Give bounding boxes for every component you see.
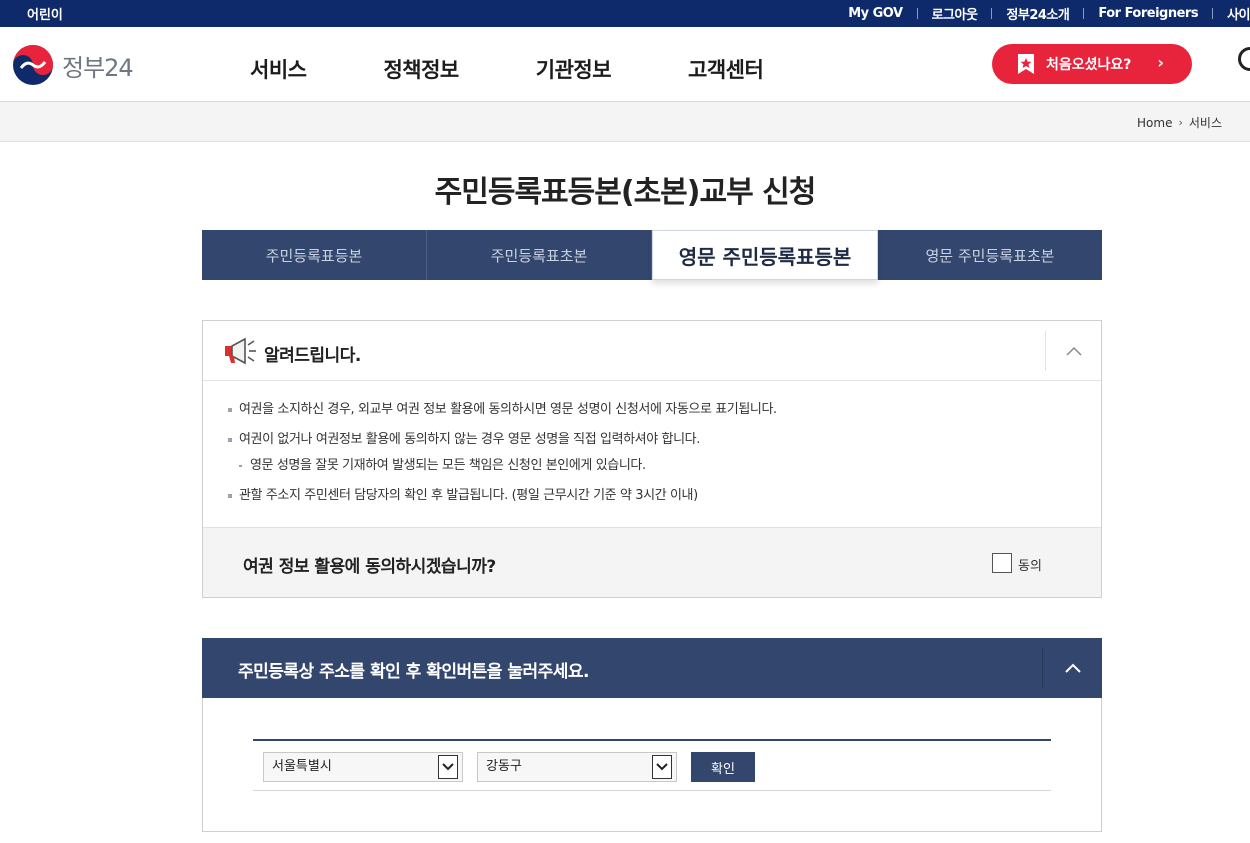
for-foreigners-link[interactable]: For Foreigners: [1098, 6, 1198, 21]
about-gov24-link[interactable]: 정부24소개: [1006, 4, 1069, 23]
breadcrumb: Home › 서비스: [1137, 114, 1222, 131]
first-visit-label: 처음오셨나요?: [1046, 57, 1132, 73]
breadcrumb-services[interactable]: 서비스: [1189, 114, 1222, 131]
list-item: 여권을 소지하신 경우, 외교부 여권 정보 활용에 동의하시면 영문 성명이 …: [228, 401, 777, 431]
nav-services[interactable]: 서비스: [250, 54, 307, 84]
city-selected-value: 서울특별시: [272, 759, 332, 774]
notice-panel: 알려드립니다. 여권을 소지하신 경우, 외교부 여권 정보 활용에 동의하시면…: [202, 320, 1102, 598]
divider: [1083, 8, 1085, 19]
global-navigation: 서비스 정책정보 기관정보 고객센터: [250, 54, 840, 84]
district-select[interactable]: 강동구: [477, 752, 677, 782]
utility-links: My GOV 로그아웃 정부24소개 For Foreigners 사이: [848, 4, 1250, 23]
list-item: 관할 주소지 주민센터 담당자의 확인 후 발급됩니다. (평일 근무시간 기준…: [228, 487, 777, 517]
gov24-logo[interactable]: 정부24: [12, 44, 134, 86]
chevron-up-icon: [1065, 346, 1082, 356]
first-visit-button[interactable]: 처음오셨나요? ›: [992, 44, 1192, 84]
tab-english-resident-abstract[interactable]: 영문 주민등록표초본: [878, 230, 1102, 280]
main-header: 정부24 서비스 정책정보 기관정보 고객센터 처음오셨나요? ›: [0, 27, 1250, 102]
notice-collapse-button[interactable]: [1045, 331, 1101, 371]
tab-english-resident-copy[interactable]: 영문 주민등록표등본: [652, 230, 878, 280]
my-gov-link[interactable]: My GOV: [848, 6, 903, 21]
city-select[interactable]: 서울특별시: [263, 752, 463, 782]
top-utility-bar: 어린이 My GOV 로그아웃 정부24소개 For Foreigners 사이: [0, 0, 1250, 27]
logout-link[interactable]: 로그아웃: [932, 4, 978, 23]
address-title: 주민등록상 주소를 확인 후 확인버튼을 눌러주세요.: [238, 662, 590, 682]
district-selected-value: 강동구: [486, 759, 522, 774]
bookmark-star-icon: [1018, 54, 1034, 74]
tab-resident-copy[interactable]: 주민등록표등본: [202, 230, 427, 280]
divider: [916, 8, 918, 19]
notice-list: 여권을 소지하신 경우, 외교부 여권 정보 활용에 동의하시면 영문 성명이 …: [228, 401, 777, 517]
tab-resident-abstract[interactable]: 주민등록표초본: [427, 230, 652, 280]
divider: [991, 8, 993, 19]
consent-checkbox[interactable]: [992, 553, 1012, 573]
address-select-row: 서울특별시 강동구 확인: [253, 739, 1051, 791]
document-type-tabs: 주민등록표등본 주민등록표초본 영문 주민등록표등본 영문 주민등록표초본: [202, 230, 1102, 280]
notice-title: 알려드립니다.: [264, 346, 361, 366]
chevron-right-icon: ›: [1178, 116, 1183, 129]
notice-header: 알려드립니다.: [203, 321, 1101, 381]
passport-consent-row: 여권 정보 활용에 동의하시겠습니까? 동의: [203, 527, 1101, 597]
chevron-up-icon: [1064, 663, 1081, 673]
address-panel: 주민등록상 주소를 확인 후 확인버튼을 눌러주세요. 서울특별시 강동구 확인: [202, 638, 1102, 832]
breadcrumb-bar: Home › 서비스: [0, 102, 1250, 142]
logo-text: 정부24: [62, 53, 134, 82]
confirm-button[interactable]: 확인: [691, 752, 755, 782]
consent-label[interactable]: 동의: [1018, 555, 1042, 574]
breadcrumb-home[interactable]: Home: [1137, 116, 1172, 130]
search-icon[interactable]: [1238, 47, 1250, 71]
nav-policy-info[interactable]: 정책정보: [383, 54, 459, 84]
sitemap-link[interactable]: 사이: [1227, 4, 1250, 23]
kids-link[interactable]: 어린이: [27, 4, 63, 23]
divider: [1212, 8, 1214, 19]
chevron-down-icon: [652, 755, 672, 779]
list-sub-item: 영문 성명을 잘못 기재하여 발생되는 모든 책임은 신청인 본인에게 있습니다…: [228, 457, 777, 487]
address-collapse-button[interactable]: [1042, 648, 1102, 688]
nav-agency-info[interactable]: 기관정보: [536, 54, 612, 84]
nav-customer-center[interactable]: 고객센터: [688, 54, 764, 84]
consent-question: 여권 정보 활용에 동의하시겠습니까?: [243, 557, 496, 577]
chevron-down-icon: [438, 755, 458, 779]
taegeuk-emblem-icon: [13, 45, 53, 85]
megaphone-icon: [225, 337, 256, 365]
page-title: 주민등록표등본(초본)교부 신청: [434, 175, 817, 210]
chevron-right-icon: ›: [1157, 53, 1164, 72]
address-header: 주민등록상 주소를 확인 후 확인버튼을 눌러주세요.: [202, 638, 1102, 698]
